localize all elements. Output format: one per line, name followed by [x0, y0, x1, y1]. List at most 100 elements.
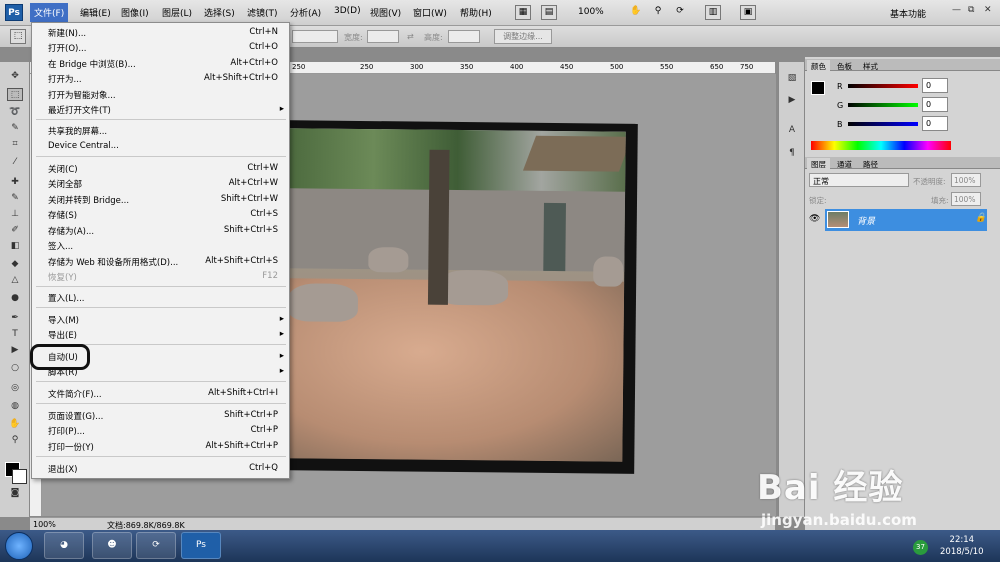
type-tool-icon[interactable]: T: [7, 328, 23, 341]
menu-item-device-central[interactable]: Device Central...: [48, 140, 286, 154]
menu-filter[interactable]: 滤镜(T): [247, 6, 278, 19]
taskbar-app-browser[interactable]: ◕: [44, 532, 84, 559]
menu-item-new[interactable]: 新建(N)... Ctrl+N: [48, 26, 286, 40]
minimize-button[interactable]: —: [952, 5, 961, 15]
menu-help[interactable]: 帮助(H): [460, 6, 492, 19]
menu-item-close[interactable]: 关闭(C) Ctrl+W: [48, 162, 286, 176]
menu-item-save-for-web[interactable]: 存储为 Web 和设备所用格式(D)... Alt+Shift+Ctrl+S: [48, 255, 286, 269]
swap-icon[interactable]: ⇄: [407, 32, 414, 41]
height-field[interactable]: [448, 30, 480, 43]
channel-b-slider[interactable]: [848, 122, 918, 126]
zoom-level[interactable]: 100%: [578, 7, 604, 17]
arrange-documents-icon[interactable]: ▥: [705, 5, 721, 20]
tab-styles[interactable]: 样式: [859, 60, 882, 73]
menu-item-import[interactable]: 导入(M) ▸: [48, 313, 286, 327]
menu-item-place[interactable]: 置入(L)...: [48, 291, 286, 305]
healing-brush-icon[interactable]: ✚: [7, 176, 23, 189]
quick-mask-icon[interactable]: ◙: [7, 487, 23, 500]
menu-item-open-smart-object[interactable]: 打开为智能对象...: [48, 88, 286, 102]
paragraph-panel-icon[interactable]: ¶: [784, 147, 800, 160]
tab-layers[interactable]: 图层: [807, 158, 830, 171]
menu-3d[interactable]: 3D(D): [334, 6, 361, 16]
channel-r-slider[interactable]: [848, 84, 918, 88]
close-button[interactable]: ✕: [984, 5, 992, 15]
path-select-icon[interactable]: ▶: [7, 344, 23, 357]
menu-item-open[interactable]: 打开(O)... Ctrl+O: [48, 41, 286, 55]
eyedropper-icon[interactable]: ⁄: [7, 156, 23, 169]
menu-item-recent[interactable]: 最近打开文件(T) ▸: [48, 103, 286, 117]
brush-tool-icon[interactable]: ✎: [7, 192, 23, 205]
menu-analysis[interactable]: 分析(A): [290, 6, 321, 19]
channel-g-slider[interactable]: [848, 103, 918, 107]
menu-item-export[interactable]: 导出(E) ▸: [48, 328, 286, 342]
move-tool-icon[interactable]: ✥: [7, 70, 23, 83]
menu-item-exit[interactable]: 退出(X) Ctrl+Q: [48, 462, 286, 476]
taskbar-app-photoshop[interactable]: Ps: [181, 532, 221, 559]
zoom-tool-icon[interactable]: ⚲: [650, 5, 666, 20]
clone-stamp-icon[interactable]: ⊥: [7, 208, 23, 221]
workspace-switcher[interactable]: 基本功能: [890, 7, 926, 20]
3d-orbit-icon[interactable]: ◍: [7, 400, 23, 413]
crop-tool-icon[interactable]: ⌗: [7, 138, 23, 151]
background-color-swatch[interactable]: [12, 469, 27, 484]
actions-panel-icon[interactable]: ▶: [784, 94, 800, 107]
menu-item-close-go-bridge[interactable]: 关闭并转到 Bridge... Shift+Ctrl+W: [48, 193, 286, 207]
marquee-preset-icon[interactable]: ⬚: [10, 29, 26, 44]
history-brush-icon[interactable]: ✐: [7, 224, 23, 237]
system-clock[interactable]: 22:14 2018/5/10: [940, 534, 984, 558]
start-button[interactable]: [5, 532, 33, 560]
channel-r-value[interactable]: 0: [922, 78, 948, 93]
paint-bucket-icon[interactable]: ◆: [7, 258, 23, 271]
hand-tool-icon[interactable]: ✋: [7, 418, 23, 431]
quick-select-icon[interactable]: ✎: [7, 122, 23, 135]
refine-edge-button[interactable]: 调整边缘...: [494, 29, 552, 44]
notification-badge[interactable]: 37: [913, 540, 928, 555]
menu-item-close-all[interactable]: 关闭全部 Alt+Ctrl+W: [48, 177, 286, 191]
menu-item-print-one[interactable]: 打印一份(Y) Alt+Shift+Ctrl+P: [48, 440, 286, 454]
3d-rotate-icon[interactable]: ◎: [7, 382, 23, 395]
menu-window[interactable]: 窗口(W): [413, 6, 447, 19]
blend-mode-select[interactable]: 正常: [809, 173, 909, 187]
menu-view[interactable]: 视图(V): [370, 6, 401, 19]
tab-swatches[interactable]: 色板: [833, 60, 856, 73]
marquee-tool-icon[interactable]: ⬚: [7, 88, 23, 101]
zoom-tool-icon[interactable]: ⚲: [7, 434, 23, 447]
panel-foreground-swatch[interactable]: [811, 81, 825, 95]
tab-color[interactable]: 颜色: [807, 60, 830, 73]
layer-row-background[interactable]: 背景 🔒: [825, 209, 987, 231]
restore-button[interactable]: ⧉: [968, 5, 974, 15]
status-zoom[interactable]: 100%: [33, 520, 56, 529]
hand-tool-icon[interactable]: ✋: [628, 5, 644, 20]
menu-item-browse-bridge[interactable]: 在 Bridge 中浏览(B)... Alt+Ctrl+O: [48, 57, 286, 71]
channel-g-value[interactable]: 0: [922, 97, 948, 112]
menu-item-share-screen[interactable]: 共享我的屏幕...: [48, 124, 286, 138]
menu-edit[interactable]: 编辑(E): [80, 6, 111, 19]
menu-image[interactable]: 图像(I): [121, 6, 149, 19]
menu-layer[interactable]: 图层(L): [162, 6, 192, 19]
menu-file[interactable]: 文件(F): [30, 3, 69, 22]
style-select[interactable]: [292, 30, 338, 43]
menu-item-open-as[interactable]: 打开为... Alt+Shift+Ctrl+O: [48, 72, 286, 86]
width-field[interactable]: [367, 30, 399, 43]
tab-channels[interactable]: 通道: [833, 158, 856, 171]
eraser-icon[interactable]: ◧: [7, 240, 23, 253]
menu-item-save-as[interactable]: 存储为(A)... Shift+Ctrl+S: [48, 224, 286, 238]
dodge-tool-icon[interactable]: ●: [7, 292, 23, 305]
menu-item-check-in[interactable]: 签入...: [48, 239, 286, 253]
bridge-icon[interactable]: ▦: [515, 5, 531, 20]
document-image[interactable]: [278, 120, 638, 474]
taskbar-app-refresh[interactable]: ⟳: [136, 532, 176, 559]
extras-icon[interactable]: ▤: [541, 5, 557, 20]
pen-tool-icon[interactable]: ✒: [7, 312, 23, 325]
taskbar-app-chat[interactable]: ☻: [92, 532, 132, 559]
lasso-tool-icon[interactable]: ➰: [7, 106, 23, 119]
menu-item-print[interactable]: 打印(P)... Ctrl+P: [48, 424, 286, 438]
channel-b-value[interactable]: 0: [922, 116, 948, 131]
shape-tool-icon[interactable]: ○: [7, 362, 23, 375]
menu-item-save[interactable]: 存储(S) Ctrl+S: [48, 208, 286, 222]
fill-field[interactable]: 100%: [951, 192, 981, 206]
menu-select[interactable]: 选择(S): [204, 6, 235, 19]
blur-tool-icon[interactable]: △: [7, 274, 23, 287]
rotate-view-icon[interactable]: ⟳: [672, 5, 688, 20]
opacity-field[interactable]: 100%: [951, 173, 981, 187]
